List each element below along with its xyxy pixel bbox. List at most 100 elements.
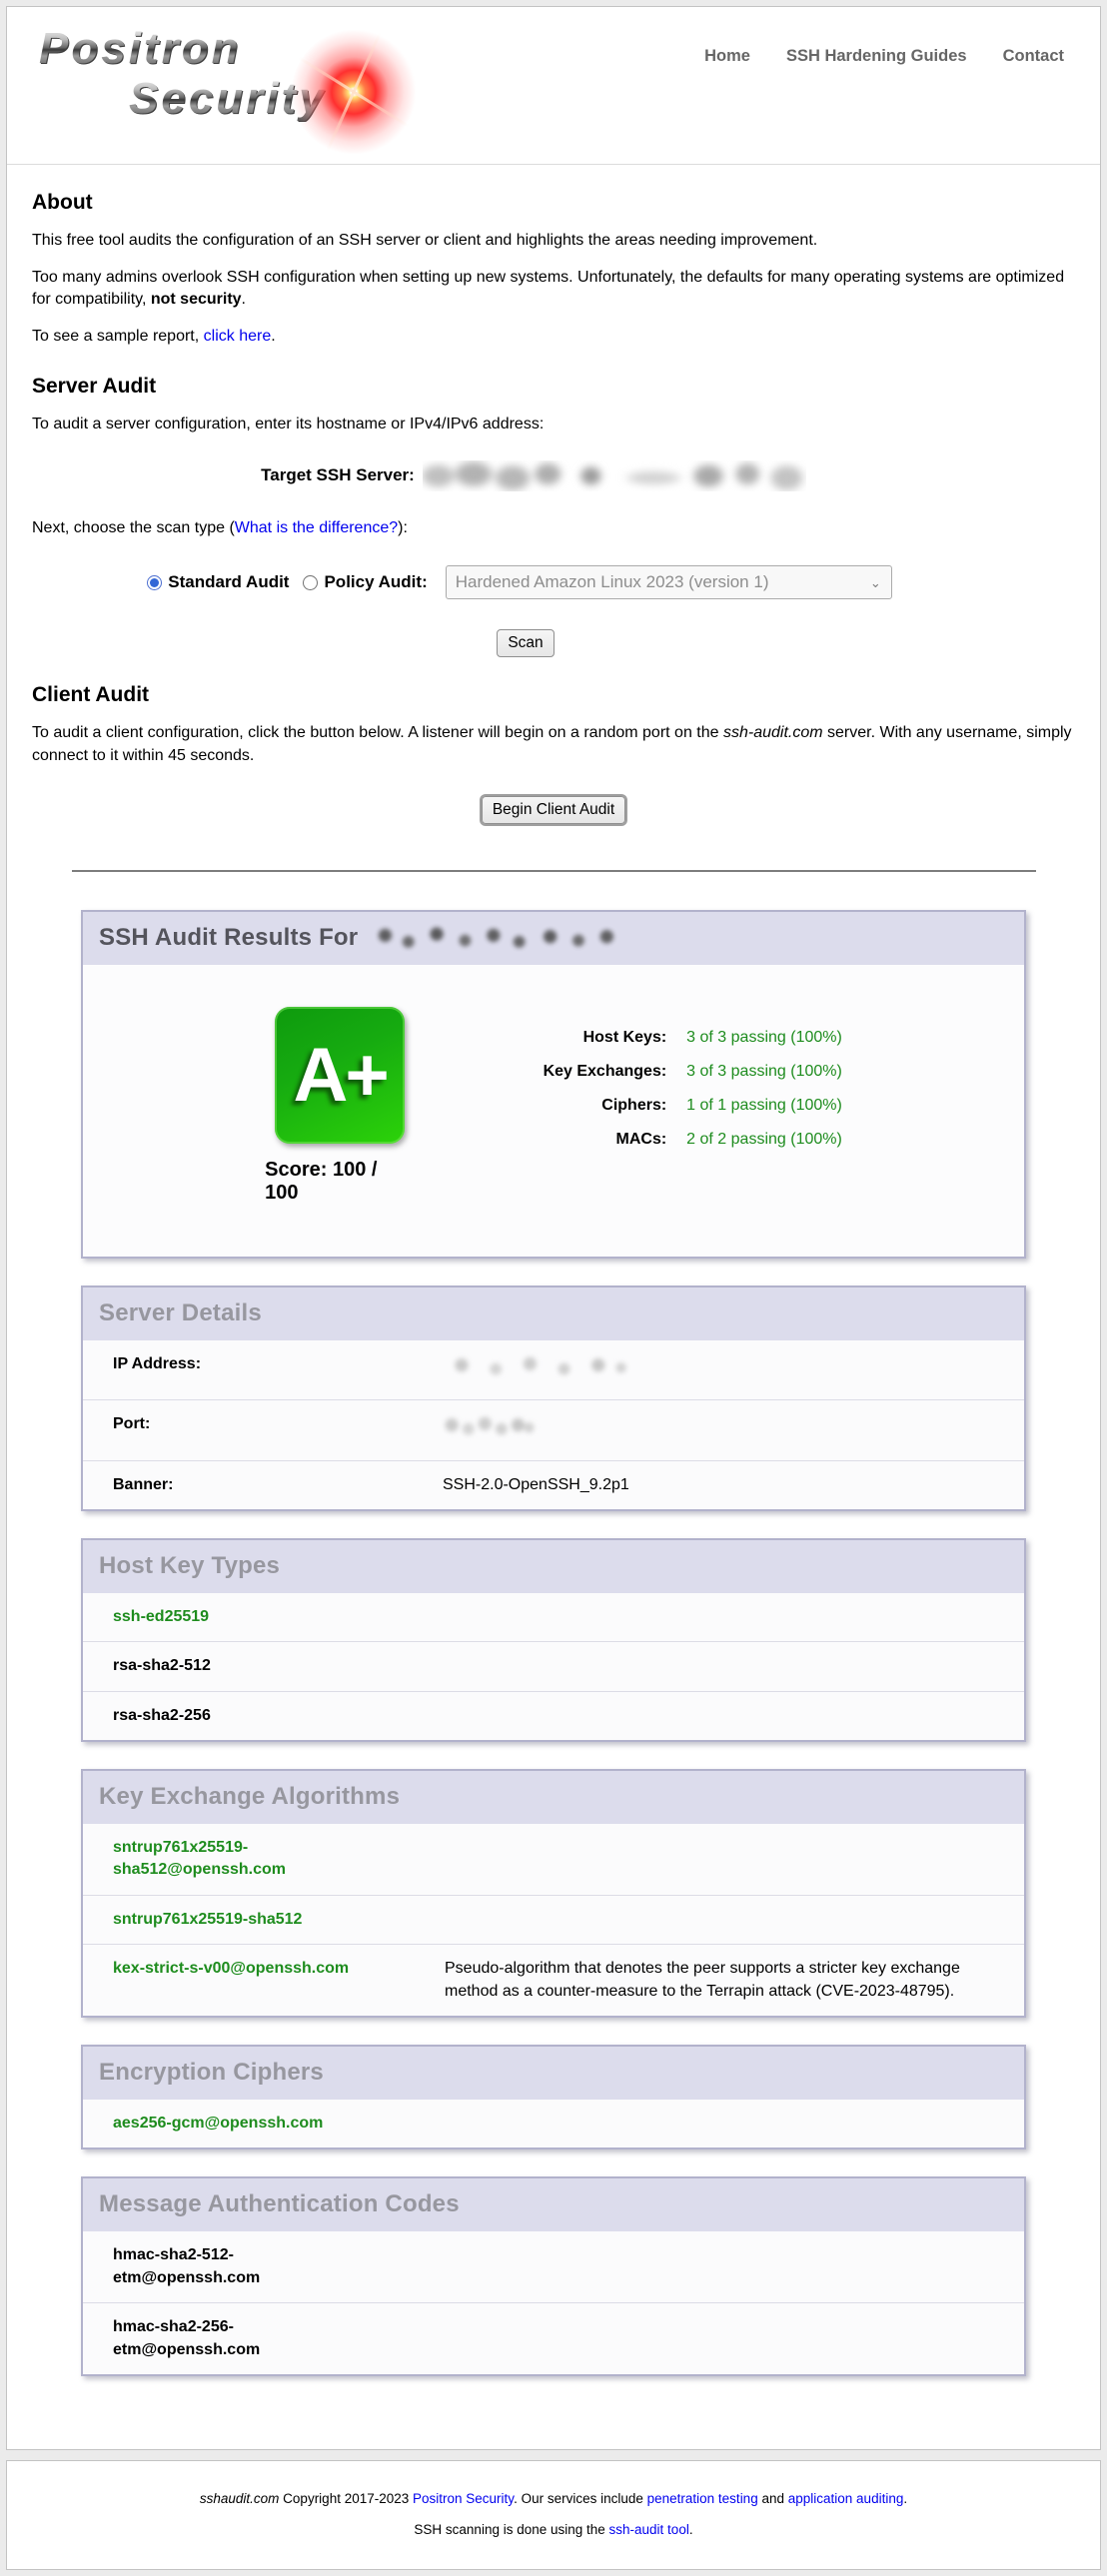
key-exchange-title: Key Exchange Algorithms xyxy=(99,1783,1010,1811)
policy-audit-label: Policy Audit: xyxy=(324,572,427,592)
server-details-title: Server Details xyxy=(99,1299,1010,1327)
footer-line-1: sshaudit.com Copyright 2017-2023 Positro… xyxy=(17,2491,1090,2506)
redacted-ip-address xyxy=(443,1353,632,1379)
port-row: Port: xyxy=(83,1399,1024,1459)
footer-ssh-audit-tool-link[interactable]: ssh-audit tool xyxy=(609,2522,689,2537)
stat-value: 3 of 3 passing (100%) xyxy=(686,1029,842,1047)
host-key-name: rsa-sha2-256 xyxy=(113,1705,211,1727)
section-divider xyxy=(72,870,1036,872)
scan-type-text: Next, choose the scan type (What is the … xyxy=(32,517,1082,540)
footer-copyright-text: Copyright 2017-2023 xyxy=(279,2491,413,2506)
footer-pentest-link[interactable]: penetration testing xyxy=(647,2491,758,2506)
host-key-name: ssh-ed25519 xyxy=(113,1606,209,1628)
stat-label: Host Keys: xyxy=(499,1029,666,1047)
encryption-ciphers-header: Encryption Ciphers xyxy=(83,2047,1024,2100)
host-key-row: ssh-ed25519 xyxy=(83,1593,1024,1641)
target-server-label: Target SSH Server: xyxy=(261,465,415,485)
positron-security-logo[interactable]: Positron Security xyxy=(21,27,441,149)
nav-home-link[interactable]: Home xyxy=(704,47,750,66)
footer-site-name: sshaudit.com xyxy=(200,2491,280,2506)
stat-row-ciphers: Ciphers: 1 of 1 passing (100%) xyxy=(499,1097,842,1131)
stat-label: Ciphers: xyxy=(499,1097,666,1115)
stat-row-macs: MACs: 2 of 2 passing (100%) xyxy=(499,1131,842,1165)
kex-algorithm-note: Pseudo-algorithm that denotes the peer s… xyxy=(445,1958,989,2003)
audit-results-title: SSH Audit Results For xyxy=(99,924,1010,952)
about-heading: About xyxy=(32,191,1082,215)
main-content-box: Positron Security Home SSH Hardening Gui… xyxy=(6,6,1101,2450)
client-audit-text: To audit a client configuration, click t… xyxy=(32,724,723,741)
footer-company-link[interactable]: Positron Security xyxy=(413,2491,514,2506)
footer-period: . xyxy=(903,2491,907,2506)
redacted-target-host xyxy=(370,925,627,951)
stat-label: Key Exchanges: xyxy=(499,1063,666,1081)
stat-row-host-keys: Host Keys: 3 of 3 passing (100%) xyxy=(499,1029,842,1063)
kex-algorithm-name: kex-strict-s-v00@openssh.com xyxy=(113,1958,413,1980)
cipher-name: aes256-gcm@openssh.com xyxy=(113,2113,323,2135)
about-paragraph-3: To see a sample report, click here. xyxy=(32,326,1082,349)
banner-label: Banner: xyxy=(113,1474,443,1496)
policy-select[interactable]: Hardened Amazon Linux 2023 (version 1) ⌄ xyxy=(446,565,892,599)
nav-contact-link[interactable]: Contact xyxy=(1003,47,1064,66)
server-audit-intro: To audit a server configuration, enter i… xyxy=(32,414,1082,436)
logo-word-positron: Positron xyxy=(39,27,441,71)
ip-address-value xyxy=(443,1353,1008,1386)
server-details-header: Server Details xyxy=(83,1288,1024,1340)
about-paragraph-1: This free tool audits the configuration … xyxy=(32,230,1082,253)
stat-value: 1 of 1 passing (100%) xyxy=(686,1097,842,1115)
nav-ssh-hardening-guides-link[interactable]: SSH Hardening Guides xyxy=(786,47,967,66)
port-value xyxy=(443,1413,1008,1446)
results-stats: Host Keys: 3 of 3 passing (100%) Key Exc… xyxy=(499,1029,842,1205)
score-text: Score: 100 / 100 xyxy=(265,1159,415,1205)
redacted-hostname-blur xyxy=(423,460,806,491)
site-header: Positron Security Home SSH Hardening Gui… xyxy=(7,7,1100,165)
redacted-port xyxy=(443,1413,535,1439)
port-label: Port: xyxy=(113,1413,443,1435)
host-key-row: rsa-sha2-256 xyxy=(83,1691,1024,1740)
scan-button[interactable]: Scan xyxy=(497,629,554,657)
scan-button-row: Scan xyxy=(0,629,1082,657)
sample-report-text: To see a sample report, xyxy=(32,328,204,345)
grade-column: A+ Score: 100 / 100 xyxy=(265,1007,415,1205)
footer-auditing-link[interactable]: application auditing xyxy=(788,2491,904,2506)
banner-row: Banner: SSH-2.0-OpenSSH_9.2p1 xyxy=(83,1460,1024,1509)
stat-value: 3 of 3 passing (100%) xyxy=(686,1063,842,1081)
site-footer: sshaudit.com Copyright 2017-2023 Positro… xyxy=(6,2460,1101,2570)
mac-row: hmac-sha2-512-etm@openssh.com xyxy=(83,2231,1024,2302)
mac-row: hmac-sha2-256-etm@openssh.com xyxy=(83,2302,1024,2374)
client-audit-paragraph: To audit a client configuration, click t… xyxy=(32,722,1082,767)
kex-algorithm-name: sntrup761x25519-sha512 xyxy=(113,1909,413,1931)
kex-row: sntrup761x25519-sha512 xyxy=(83,1895,1024,1944)
host-key-row: rsa-sha2-512 xyxy=(83,1641,1024,1690)
target-server-row: Target SSH Server: xyxy=(0,460,1082,491)
audit-results-panel-header: SSH Audit Results For xyxy=(83,912,1024,965)
standard-audit-radio[interactable] xyxy=(147,575,162,590)
standard-audit-label: Standard Audit xyxy=(168,572,289,592)
logo-word-security: Security xyxy=(129,77,441,121)
begin-client-audit-button[interactable]: Begin Client Audit xyxy=(482,796,625,824)
banner-value: SSH-2.0-OpenSSH_9.2p1 xyxy=(443,1474,1008,1496)
encryption-ciphers-title: Encryption Ciphers xyxy=(99,2059,1010,2087)
policy-audit-radio[interactable] xyxy=(303,575,318,590)
mac-name: hmac-sha2-256-etm@openssh.com xyxy=(113,2316,353,2361)
client-audit-domain: ssh-audit.com xyxy=(723,724,823,741)
kex-row: kex-strict-s-v00@openssh.com Pseudo-algo… xyxy=(83,1944,1024,2016)
main-nav: Home SSH Hardening Guides Contact xyxy=(704,47,1064,66)
footer-and-text: and xyxy=(758,2491,788,2506)
audit-results-title-text: SSH Audit Results For xyxy=(99,924,358,952)
target-server-input[interactable] xyxy=(423,460,806,491)
server-audit-heading: Server Audit xyxy=(32,375,1082,399)
kex-row: sntrup761x25519-sha512@openssh.com xyxy=(83,1824,1024,1895)
scan-type-suffix: ): xyxy=(398,519,408,536)
scan-type-difference-link[interactable]: What is the difference? xyxy=(235,519,398,536)
host-key-types-header: Host Key Types xyxy=(83,1540,1024,1593)
policy-select-value: Hardened Amazon Linux 2023 (version 1) xyxy=(456,572,769,592)
about-p2-bold: not security xyxy=(151,291,242,308)
scan-type-row: Standard Audit Policy Audit: Hardened Am… xyxy=(0,565,1082,599)
host-key-types-panel: Host Key Types ssh-ed25519 rsa-sha2-512 … xyxy=(81,1538,1026,1742)
server-details-panel: Server Details IP Address: Port: Banner:… xyxy=(81,1286,1026,1511)
mac-title: Message Authentication Codes xyxy=(99,2190,1010,2218)
key-exchange-header: Key Exchange Algorithms xyxy=(83,1771,1024,1824)
sample-report-link[interactable]: click here xyxy=(204,328,272,345)
ip-address-label: IP Address: xyxy=(113,1353,443,1375)
cipher-row: aes256-gcm@openssh.com xyxy=(83,2100,1024,2147)
